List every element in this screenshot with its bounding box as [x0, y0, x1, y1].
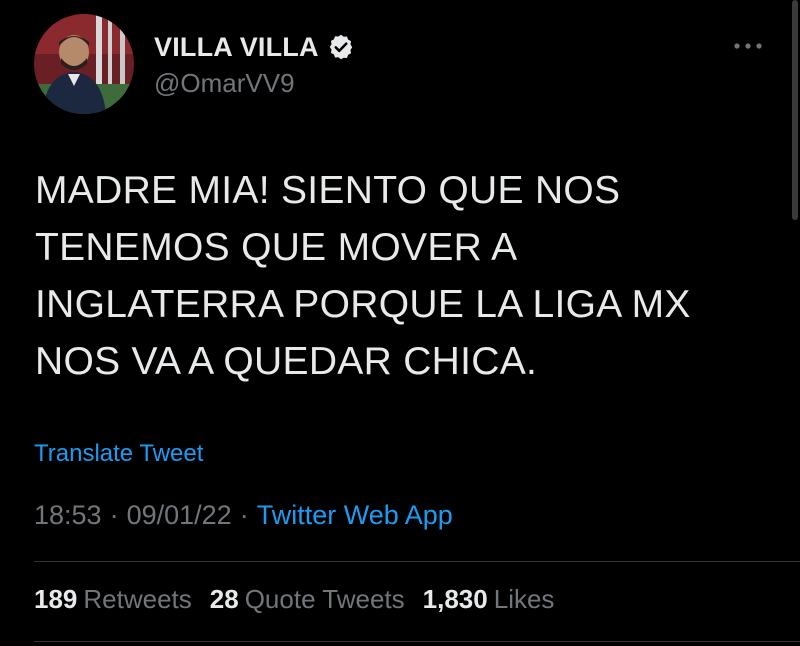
quote-tweets-count: 28 [209, 584, 239, 614]
author-name-row: VILLA VILLA [154, 30, 355, 64]
likes-label: Likes [493, 584, 555, 614]
tweet-metadata: 18:53 · 09/01/22 · Twitter Web App [34, 500, 453, 531]
tweet-date[interactable]: 09/01/22 [127, 500, 232, 531]
quote-tweets-label: Quote Tweets [244, 584, 405, 614]
verified-badge-icon [327, 33, 355, 61]
author-display-name[interactable]: VILLA VILLA [154, 32, 319, 63]
avatar[interactable] [34, 14, 134, 114]
likes-stat[interactable]: 1,830 Likes [423, 584, 555, 615]
divider [34, 641, 800, 642]
retweets-stat[interactable]: 189 Retweets [34, 584, 192, 615]
engagement-stats: 189 Retweets 28 Quote Tweets 1,830 Likes [34, 584, 572, 615]
meta-separator: · [239, 500, 249, 530]
tweet-text: MADRE MIA! SIENTO QUE NOS TENEMOS QUE MO… [35, 169, 691, 383]
quote-tweets-stat[interactable]: 28 Quote Tweets [210, 584, 405, 615]
retweets-count: 189 [34, 584, 78, 614]
meta-separator: · [109, 500, 119, 530]
scrollbar[interactable] [792, 0, 798, 220]
tweet-source-link[interactable]: Twitter Web App [257, 500, 453, 531]
more-options-icon[interactable] [728, 34, 768, 58]
tweet-time[interactable]: 18:53 [34, 500, 102, 531]
avatar-photo [34, 14, 134, 114]
author-handle[interactable]: @OmarVV9 [154, 68, 295, 99]
translate-tweet-link[interactable]: Translate Tweet [34, 440, 203, 468]
retweets-label: Retweets [83, 584, 192, 614]
divider [34, 561, 800, 562]
likes-count: 1,830 [422, 584, 488, 614]
